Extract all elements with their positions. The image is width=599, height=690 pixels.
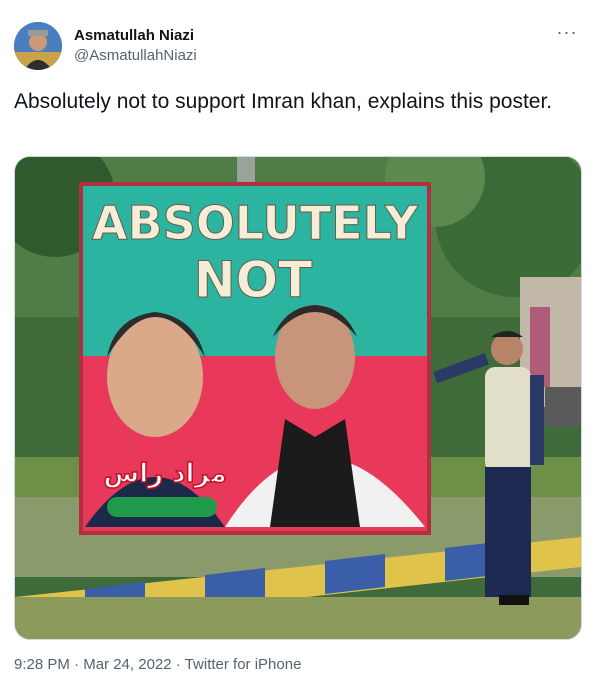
- tweet-date[interactable]: Mar 24, 2022: [83, 656, 171, 673]
- tweet-meta: 9:28 PM · Mar 24, 2022 · Twitter for iPh…: [14, 655, 301, 675]
- tweet-media-photo[interactable]: ABSOLUTELY NOT مراد راس: [14, 156, 582, 640]
- poster-line-1: ABSOLUTELY: [92, 196, 419, 250]
- meta-separator: ·: [74, 656, 80, 673]
- user-handle[interactable]: @AsmatullahNiazi: [74, 46, 197, 66]
- poster-line-2: NOT: [194, 251, 312, 309]
- tweet-header: Asmatullah Niazi @AsmatullahNiazi ···: [14, 22, 585, 74]
- tweet-source[interactable]: Twitter for iPhone: [185, 656, 302, 673]
- meta-separator: ·: [175, 656, 181, 673]
- tweet-time[interactable]: 9:28 PM: [14, 656, 70, 673]
- avatar-image: [14, 22, 62, 70]
- author-names: Asmatullah Niazi @AsmatullahNiazi: [74, 26, 197, 66]
- display-name[interactable]: Asmatullah Niazi: [74, 26, 197, 46]
- poster-urdu-name: مراد راس: [103, 459, 226, 489]
- tweet-text: Absolutely not to support Imran khan, ex…: [14, 90, 553, 113]
- tweet-card: Asmatullah Niazi @AsmatullahNiazi ··· Ab…: [0, 0, 599, 690]
- user-avatar[interactable]: [14, 22, 62, 70]
- poster-photo: ABSOLUTELY NOT مراد راس: [15, 157, 581, 639]
- more-icon[interactable]: ···: [555, 23, 579, 46]
